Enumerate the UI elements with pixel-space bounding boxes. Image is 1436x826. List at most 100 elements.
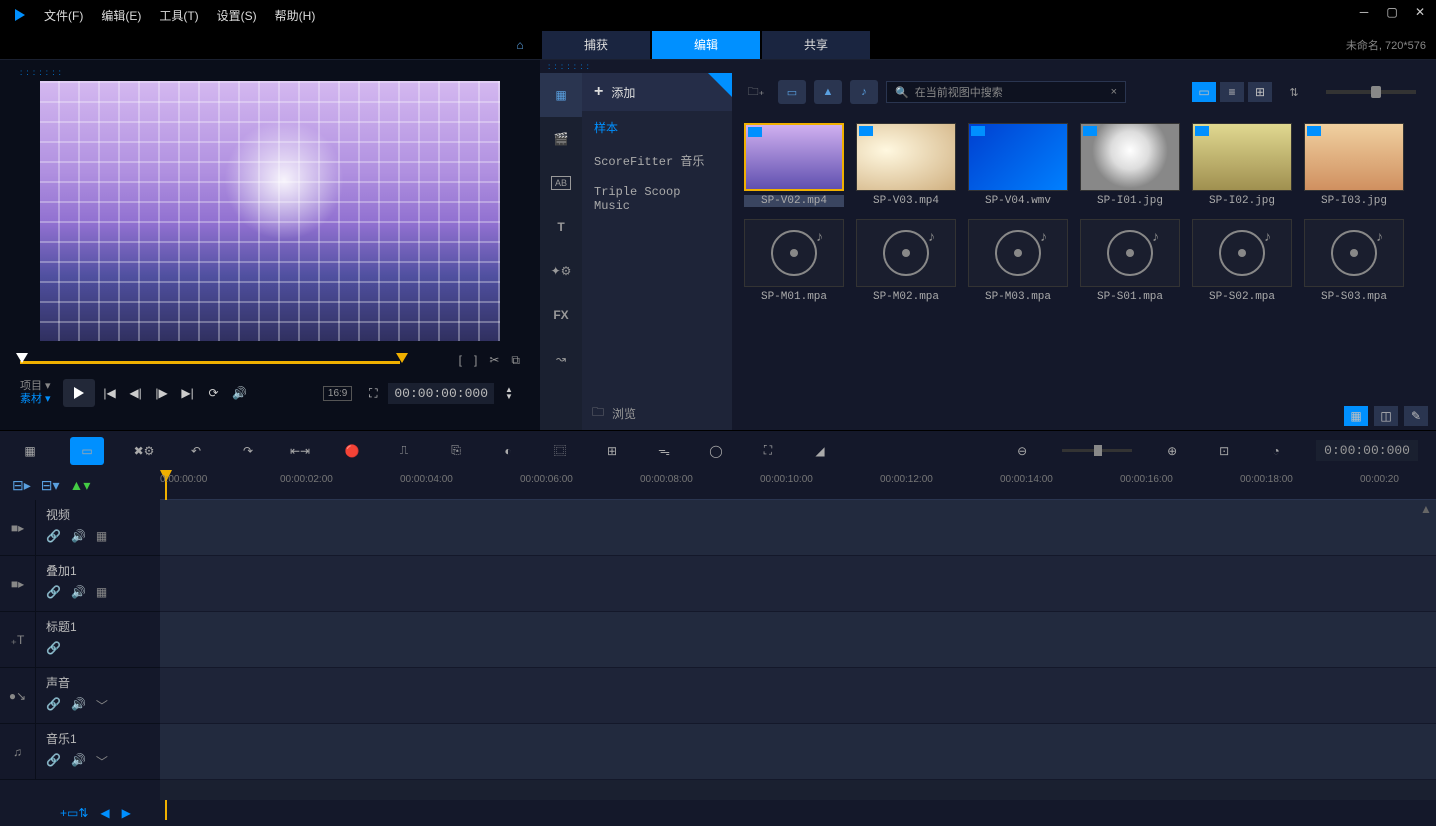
sort-icon[interactable]: ⇅ [1280,80,1308,104]
tab-edit[interactable]: 编辑 [652,31,760,59]
filter-video-icon[interactable]: ▭ [778,80,806,104]
step-back-button[interactable]: ◀| [125,382,147,404]
text-overlay-icon[interactable]: ⿴ [548,439,572,463]
panel-layout-2-icon[interactable]: ◫ [1374,406,1398,426]
goto-end-button[interactable]: ▶| [177,382,199,404]
menu-tools[interactable]: 工具(T) [159,7,198,24]
step-fwd-button[interactable]: |▶ [151,382,173,404]
track-header[interactable]: ●↘ 声音 🔗 🔊 ﹀ [0,668,160,724]
tracking-icon[interactable]: ◯ [704,439,728,463]
thumbnail-item[interactable]: SP-M01.mpa [744,219,844,303]
link-icon[interactable]: 🔗 [46,585,61,599]
import-folder-icon[interactable]: 🗀₊ [742,80,770,104]
goto-start-button[interactable]: |◀ [99,382,121,404]
track-header[interactable]: ■▸ 视频 🔗 🔊 ▦ [0,500,160,556]
redo-button[interactable]: ↷ [236,439,260,463]
link-icon[interactable]: 🔗 [46,753,61,770]
fit-timeline-icon[interactable]: ⇤⇥ [288,439,312,463]
link-icon[interactable]: 🔗 [46,529,61,543]
track-lane[interactable] [160,500,1436,556]
tab-capture[interactable]: 捕获 [542,31,650,59]
panel-layout-1-icon[interactable]: ▦ [1344,406,1368,426]
volume-button[interactable]: 🔊 [229,382,251,404]
thumbnail-item[interactable]: SP-S03.mpa [1304,219,1404,303]
project-mode-label[interactable]: 项目 ▾ [20,380,51,393]
preview-timecode[interactable]: 00:00:00:000 [388,383,494,404]
thumbnail-item[interactable]: SP-S02.mpa [1192,219,1292,303]
thumbnail-item[interactable]: SP-I03.jpg [1304,123,1404,207]
aspect-ratio[interactable]: 16:9 [323,386,352,401]
mute-icon[interactable]: 🔊 [71,529,86,543]
split-icon[interactable]: ✂ [489,353,499,368]
thumbnail-item[interactable]: SP-M02.mpa [856,219,956,303]
track-lane[interactable] [160,668,1436,724]
mark-in-icon[interactable]: [ [459,353,462,368]
storyboard-view-icon[interactable]: ▦ [18,439,42,463]
mute-icon[interactable]: 🔊 [71,697,86,714]
zoom-in-icon[interactable]: ⊕ [1160,439,1184,463]
scroll-up-icon[interactable]: ▲ [1420,502,1434,516]
motion-icon[interactable]: ᯓ [652,439,676,463]
track-lane[interactable] [160,724,1436,780]
link-icon[interactable]: 🔗 [46,641,61,655]
mark-out-icon[interactable]: ] [474,353,477,368]
fit-project-icon[interactable]: ⊡ [1212,439,1236,463]
mixer-icon[interactable]: ⎍ [392,439,416,463]
track-lanes[interactable] [160,500,1436,800]
view-thumb-icon[interactable]: ▭ [1192,82,1216,102]
mask-icon[interactable]: ◢ [808,439,832,463]
scrubber[interactable]: [ ] ✂ ⧉ [20,353,520,371]
view-grid-icon[interactable]: ⊞ [1248,82,1272,102]
tree-item-triplescoop[interactable]: Triple Scoop Music [582,177,732,221]
mute-icon[interactable]: 🔊 [71,585,86,599]
add-track-icon[interactable]: +▭⇅ [60,806,88,820]
timecode-stepper[interactable]: ▲▼ [498,382,520,404]
undo-button[interactable]: ↶ [184,439,208,463]
media-tab-icon[interactable]: ▦ [540,73,582,117]
thumbnail-item[interactable]: SP-I02.jpg [1192,123,1292,207]
thumbnail-item[interactable]: SP-S01.mpa [1080,219,1180,303]
expand-icon[interactable]: ﹀ [96,697,108,714]
close-button[interactable]: ✕ [1412,4,1428,20]
scrub-in-handle[interactable] [16,353,28,363]
add-media-button[interactable]: + 添加 [582,73,732,111]
filter-audio-icon[interactable]: ♪ [850,80,878,104]
maximize-button[interactable]: ▢ [1384,4,1400,20]
menu-help[interactable]: 帮助(H) [275,7,316,24]
timeline-timecode[interactable]: 0:00:00:000 [1316,440,1418,461]
track-header[interactable]: ■▸ 叠加1 🔗 🔊 ▦ [0,556,160,612]
clear-search-icon[interactable]: × [1111,86,1117,98]
minimize-button[interactable]: ─ [1356,4,1372,20]
thumbnail-item[interactable]: SP-V03.mp4 [856,123,956,207]
panel-edit-icon[interactable]: ✎ [1404,406,1428,426]
tab-share[interactable]: 共享 [762,31,870,59]
tree-item-scorefitter[interactable]: ScoreFitter 音乐 [582,144,732,177]
browse-icon[interactable]: 🗀 [592,403,604,424]
mute-icon[interactable]: 🔊 [71,753,86,770]
fx-tab-icon[interactable]: FX [540,293,582,337]
graphics-tab-icon[interactable]: ✦⚙ [540,249,582,293]
view-list-icon[interactable]: ≡ [1220,82,1244,102]
preview-viewport[interactable] [40,81,500,341]
scrub-out-handle[interactable] [396,353,408,363]
play-button[interactable] [63,379,95,407]
paths-tab-icon[interactable]: ↝ [540,337,582,381]
thumb-zoom-slider[interactable] [1326,90,1416,94]
track-menu-3-icon[interactable]: ▲▾ [70,477,91,494]
track-menu-2-icon[interactable]: ⊟▾ [41,477,60,494]
subtitle-icon[interactable]: ◐ [496,439,520,463]
thumbnail-item[interactable]: SP-V02.mp4 [744,123,844,207]
panel-grip[interactable]: : : : : : : : [20,68,520,77]
timeline-ruler[interactable]: 0:00:00:0000:00:02:0000:00:04:0000:00:06… [160,470,1436,500]
fx-toggle-icon[interactable]: ▦ [96,529,107,543]
search-input[interactable]: 🔍 在当前视图中搜索 × [886,81,1126,103]
tree-item-samples[interactable]: 样本 [582,111,732,144]
thumbnail-item[interactable]: SP-I01.jpg [1080,123,1180,207]
record-icon[interactable]: 🔴 [340,439,364,463]
home-icon[interactable]: ⌂ [500,38,540,52]
chapter-icon[interactable]: ⎘ [444,439,468,463]
link-icon[interactable]: 🔗 [46,697,61,714]
zoom-out-icon[interactable]: ⊖ [1010,439,1034,463]
clip-mode-label[interactable]: 素材 ▾ [20,393,51,406]
tools-icon[interactable]: ✖⚙ [132,439,156,463]
